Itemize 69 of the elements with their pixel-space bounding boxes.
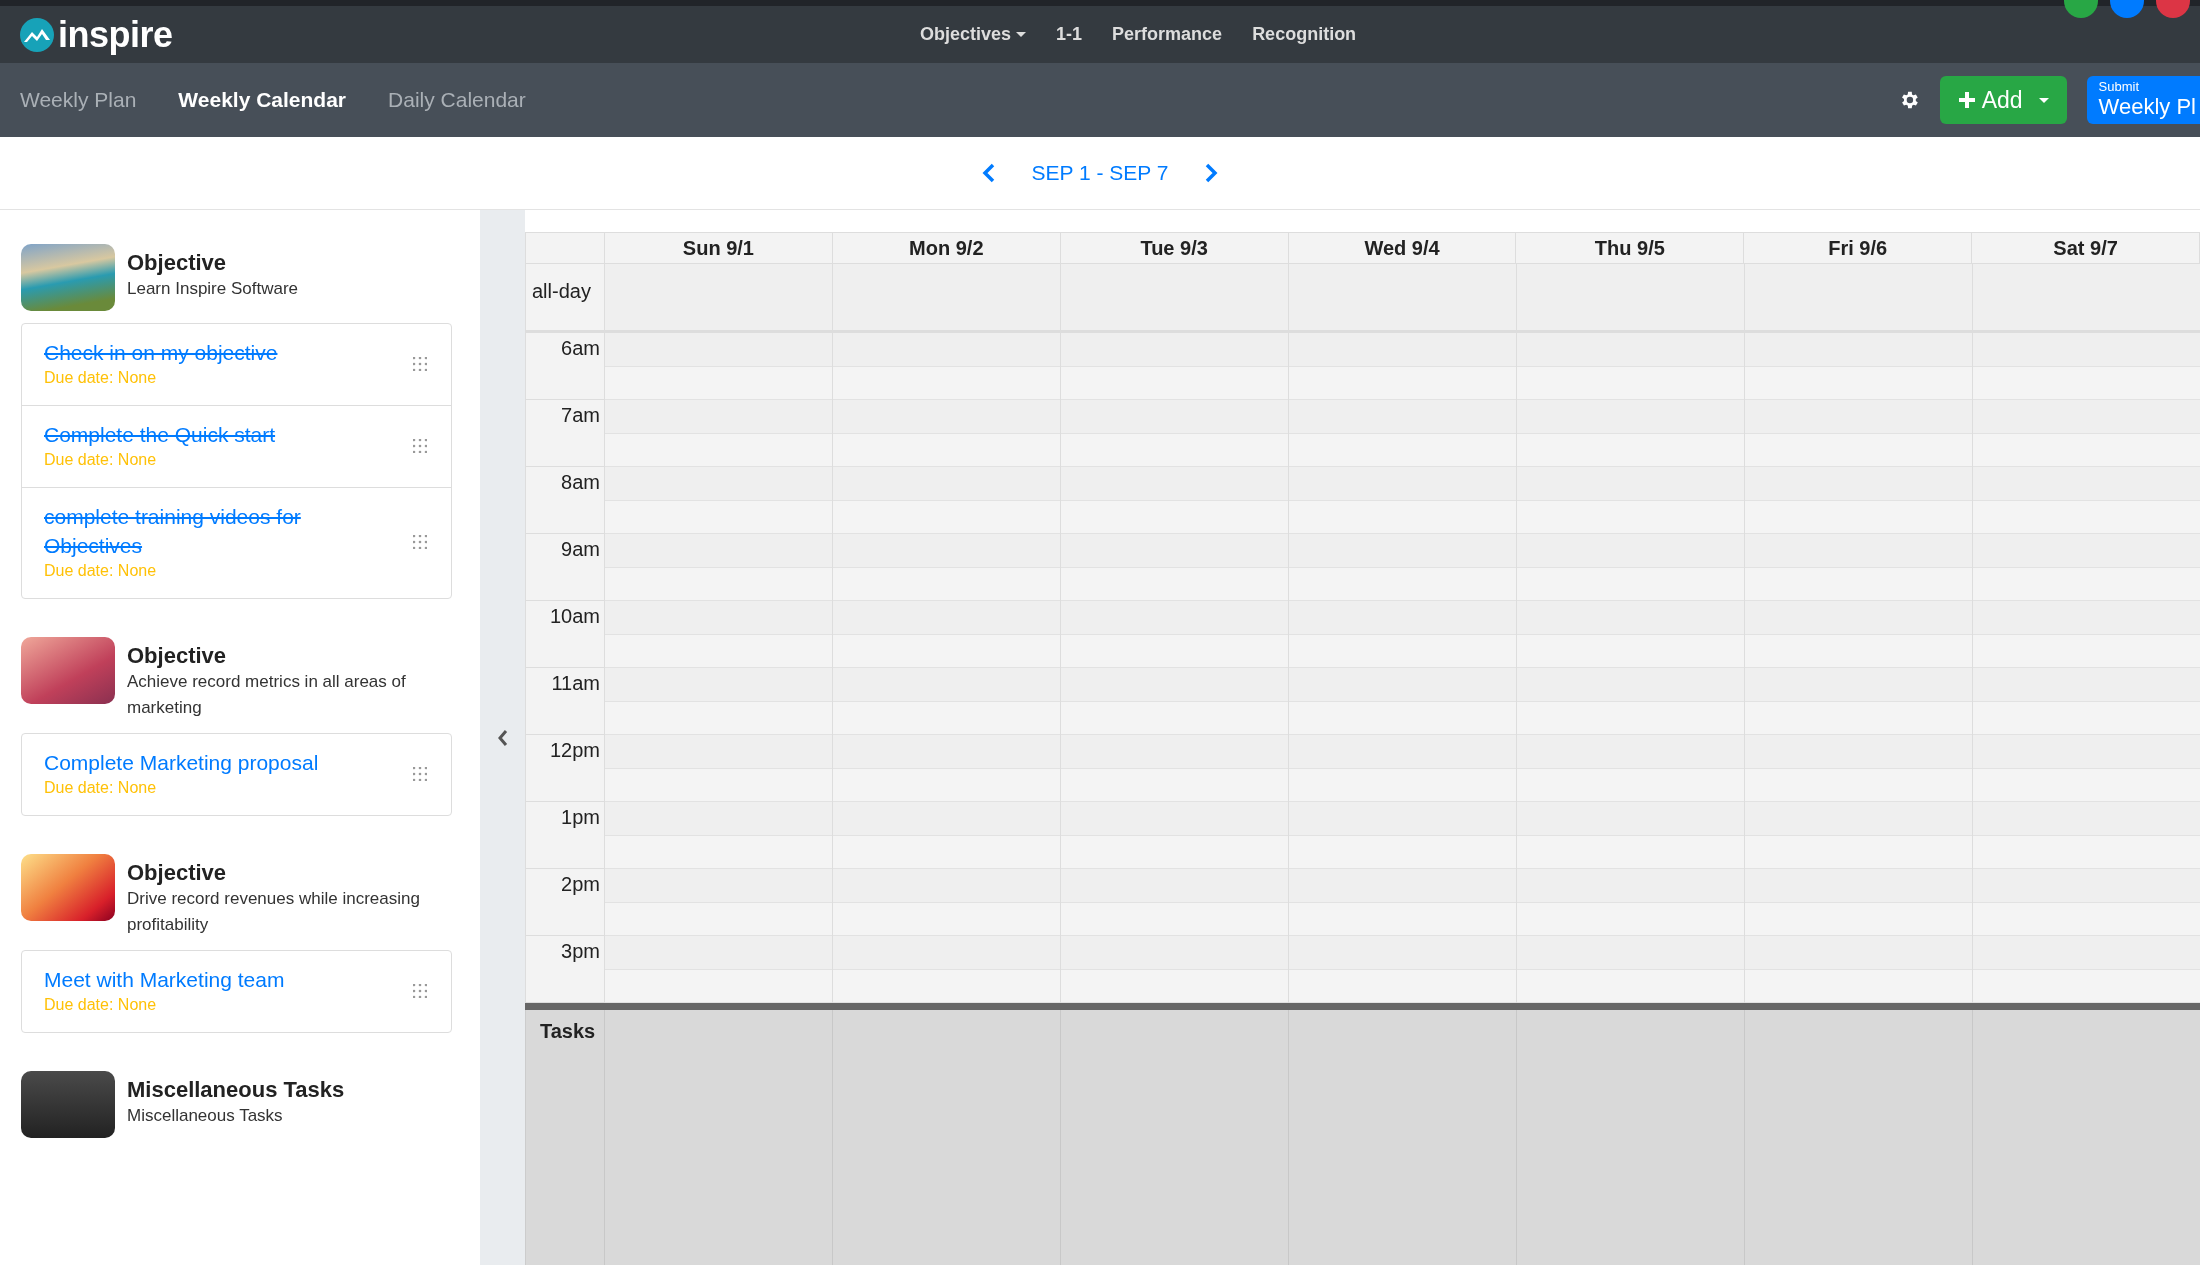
date-range: SEP 1 - SEP 7: [1031, 161, 1169, 185]
time-slot[interactable]: [605, 969, 832, 1003]
mountain-logo-icon: [20, 17, 54, 52]
due-date: Due date: None: [44, 561, 158, 581]
drag-handle-icon[interactable]: [413, 766, 427, 781]
day-header: Thu 9/5: [1515, 233, 1744, 263]
task-link[interactable]: Complete the Quick start: [44, 420, 276, 449]
day-header: Sun 9/1: [604, 233, 832, 263]
task-link[interactable]: complete training videos for Objectives: [44, 502, 334, 560]
objective-title: Objective: [127, 860, 228, 886]
day-header: Tue 9/3: [1059, 233, 1288, 263]
drag-handle-icon[interactable]: [413, 535, 427, 549]
nav-link[interactable]: 1-1: [1056, 24, 1083, 45]
caret-icon: [1016, 32, 1027, 37]
chevron-left-icon[interactable]: [981, 163, 996, 183]
chevron-left-icon: [496, 728, 509, 747]
time-slot[interactable]: [1517, 969, 1744, 1003]
task-link[interactable]: Meet with Marketing team: [44, 965, 285, 994]
hour-label: 7am: [526, 400, 604, 467]
brand-name[interactable]: inspire: [58, 13, 173, 56]
objective-description: Learn Inspire Software: [127, 278, 299, 300]
drag-handle-icon[interactable]: [413, 438, 427, 453]
due-date: Due date: None: [44, 450, 158, 470]
hour-label: 6am: [526, 333, 604, 400]
all-day-label: all-day: [526, 264, 604, 330]
view-tab[interactable]: Daily Calendar: [388, 88, 526, 112]
hour-label: 2pm: [526, 869, 604, 936]
chevron-right-icon[interactable]: [1204, 163, 1219, 183]
objective-description: Achieve record metrics in all areas of marketing: [127, 671, 407, 719]
view-tab[interactable]: Weekly Calendar: [178, 88, 347, 112]
day-header: Sat 9/7: [1971, 233, 2199, 263]
caret-icon: [2038, 97, 2049, 103]
due-date: Due date: None: [44, 368, 158, 388]
submit-weekly-plan-button[interactable]: Submit Weekly Pl: [2086, 76, 2200, 124]
nav-link[interactable]: Objectives: [920, 24, 1027, 45]
time-slot[interactable]: [1745, 969, 1972, 1003]
day-header: Mon 9/2: [831, 233, 1060, 263]
task-link[interactable]: Complete Marketing proposal: [44, 748, 319, 777]
resize-bar[interactable]: [525, 1003, 2200, 1010]
hour-label: 1pm: [526, 802, 604, 869]
add-button[interactable]: Add: [1939, 76, 2067, 124]
time-slot[interactable]: [1973, 969, 2200, 1003]
objective-description: Miscellaneous Tasks: [127, 1105, 284, 1127]
nav-link[interactable]: Recognition: [1252, 24, 1357, 45]
drag-handle-icon[interactable]: [413, 356, 427, 371]
time-slot[interactable]: [1061, 969, 1288, 1003]
hour-label: 12pm: [526, 735, 604, 802]
objective-title: Miscellaneous Tasks: [127, 1077, 345, 1103]
due-date: Due date: None: [44, 995, 158, 1015]
objective-description: Drive record revenues while increasing profitability: [127, 888, 421, 936]
hour-label: 11am: [526, 668, 604, 735]
tasks-row-label: Tasks: [539, 1019, 597, 1044]
due-date: Due date: None: [44, 778, 158, 798]
objective-title: Objective: [127, 643, 228, 669]
hour-label: 8am: [526, 467, 604, 534]
objective-title: Objective: [127, 250, 228, 276]
time-slot[interactable]: [833, 969, 1060, 1003]
hour-label: 10am: [526, 601, 604, 668]
time-slot[interactable]: [1289, 969, 1516, 1003]
day-header: Wed 9/4: [1287, 233, 1516, 263]
day-header: Fri 9/6: [1743, 233, 1972, 263]
plus-icon: [1957, 91, 1976, 109]
collapse-panel-bar[interactable]: [480, 210, 525, 1265]
view-tab[interactable]: Weekly Plan: [20, 88, 137, 112]
drag-handle-icon[interactable]: [413, 983, 427, 998]
hour-label: 3pm: [526, 936, 604, 1003]
nav-link[interactable]: Performance: [1112, 24, 1223, 45]
task-link[interactable]: Check in on my objective: [44, 338, 278, 367]
hour-label: 9am: [526, 534, 604, 601]
